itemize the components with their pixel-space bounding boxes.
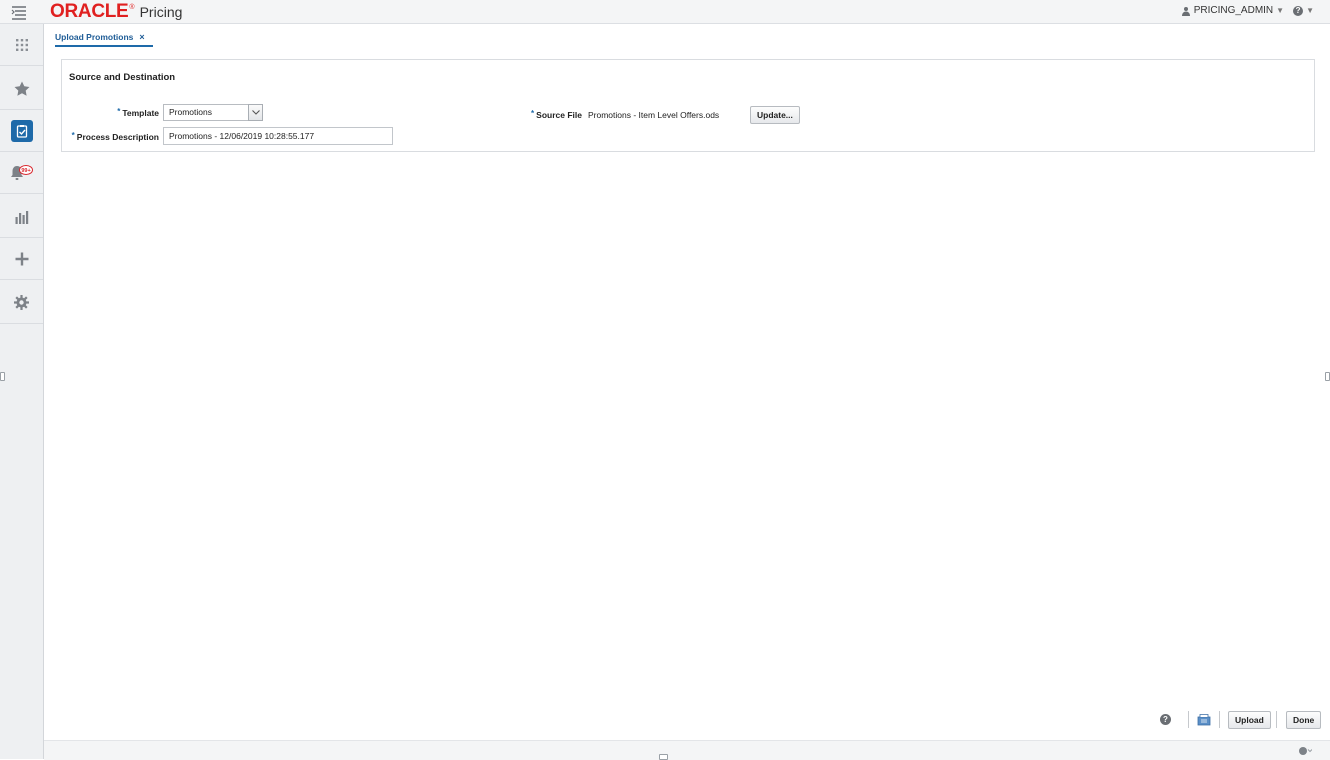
- notification-badge: 99+: [21, 168, 30, 174]
- chevron-down-icon[interactable]: [248, 104, 263, 121]
- help-icon: ?: [1293, 5, 1304, 16]
- user-icon: [1181, 6, 1190, 16]
- template-value: Promotions: [169, 107, 212, 117]
- process-description-input[interactable]: [163, 127, 393, 145]
- divider: [1219, 711, 1220, 728]
- tab-strip: Upload Promotions ×: [44, 24, 1330, 47]
- favorites-star-icon: [14, 81, 29, 96]
- app-header: ORACLE ® Pricing PRICING_ADMIN ▼ ? ▼: [0, 0, 1330, 24]
- rail-tasks[interactable]: [0, 110, 43, 152]
- notifications-bell-icon: 99+: [10, 164, 33, 180]
- add-icon: [15, 252, 28, 265]
- accessibility-icon[interactable]: [1298, 746, 1313, 759]
- apps-icon: [15, 38, 28, 51]
- divider: [1188, 711, 1189, 728]
- help-menu[interactable]: ? ▼: [1293, 5, 1314, 16]
- right-splitter-handle[interactable]: [1325, 372, 1330, 381]
- tasks-icon: [10, 119, 33, 142]
- oracle-logo: ORACLE ® Pricing: [50, 2, 182, 22]
- left-splitter-handle[interactable]: [0, 372, 5, 381]
- bottom-splitter-handle[interactable]: [659, 754, 668, 760]
- sidebar-rail: 99+: [0, 24, 44, 759]
- rail-reports[interactable]: [0, 196, 43, 238]
- source-file-name: Promotions - Item Level Offers.ods: [588, 110, 720, 120]
- source-file-label: * Source File: [482, 109, 582, 120]
- template-select[interactable]: Promotions: [163, 104, 263, 121]
- user-area: PRICING_ADMIN ▼ ? ▼: [1181, 5, 1314, 16]
- template-label-text: Template: [122, 108, 159, 118]
- chevron-down-icon: ▼: [1276, 6, 1285, 15]
- chevron-down-icon: ▼: [1306, 6, 1314, 15]
- reports-icon: [15, 210, 28, 224]
- template-label: * Template: [62, 107, 159, 118]
- username: PRICING_ADMIN: [1193, 5, 1274, 16]
- upload-button[interactable]: Upload: [1228, 711, 1271, 729]
- help-icon[interactable]: ?: [1160, 714, 1171, 725]
- close-icon[interactable]: ×: [139, 32, 144, 42]
- product-name: Pricing: [139, 4, 183, 20]
- required-marker: *: [117, 107, 121, 116]
- divider: [1276, 711, 1277, 728]
- process-description-label-text: Process Description: [76, 132, 159, 142]
- settings-gear-icon: [14, 295, 29, 310]
- tab-label: Upload Promotions: [55, 32, 134, 42]
- source-file-label-text: Source File: [536, 110, 582, 120]
- footer-bar: [44, 740, 1330, 760]
- done-button[interactable]: Done: [1286, 711, 1322, 729]
- task-menu-icon[interactable]: [10, 3, 28, 21]
- required-marker: *: [531, 109, 535, 118]
- logo-wordmark: ORACLE: [50, 1, 129, 22]
- rail-favorites[interactable]: [0, 68, 43, 110]
- required-marker: *: [71, 131, 75, 140]
- registered-mark: ®: [129, 4, 135, 11]
- rail-apps[interactable]: [0, 24, 43, 66]
- update-button[interactable]: Update...: [750, 106, 800, 124]
- tab-upload-promotions[interactable]: Upload Promotions ×: [55, 29, 153, 47]
- source-destination-panel: Source and Destination * Template Promoti…: [61, 59, 1315, 152]
- export-icon[interactable]: [1197, 713, 1211, 729]
- section-title: Source and Destination: [69, 72, 176, 83]
- rail-notifications[interactable]: 99+: [0, 152, 43, 194]
- user-menu[interactable]: PRICING_ADMIN ▼: [1181, 5, 1284, 16]
- rail-settings[interactable]: [0, 282, 43, 324]
- rail-add[interactable]: [0, 238, 43, 280]
- process-description-label: * Process Description: [62, 131, 159, 142]
